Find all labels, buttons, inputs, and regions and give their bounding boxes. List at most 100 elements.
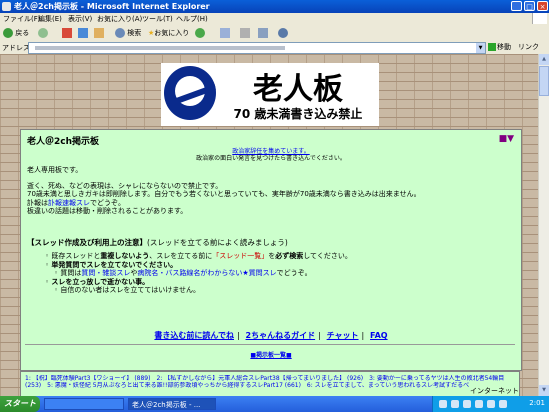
board-title: 老人＠2ch掲示板 [27, 137, 100, 147]
print-button[interactable] [240, 27, 250, 39]
guide-links: 書き込む前に読んでね | 2ちゃんねるガイド | チャット | FAQ [154, 331, 388, 340]
rules-item: スレを立っ放しで逝かない事。 [45, 278, 515, 287]
edit-icon [258, 28, 268, 38]
board-description: 老人専用板です。 逝く、死ぬ、などの表現は、シャレにならないので禁止です。 70… [27, 166, 515, 216]
forward-button[interactable] [38, 27, 48, 39]
banner-subtitle: 70 歳未満書き込み禁止 [233, 107, 363, 121]
rules-item: 既存スレッドと重複しないよう、スレを立てる前に「スレッド一覧」を必ず検索してくだ… [45, 252, 515, 261]
hospital-question-thread-link[interactable]: 病院名・バス路線名がわからない★質問スレ [137, 269, 276, 277]
notice-text: 政治家の面白い発言を見つけたら書き込んでください。 [196, 155, 346, 162]
close-button[interactable]: × [537, 1, 548, 11]
stop-icon [62, 28, 72, 38]
go-arrow-icon [488, 43, 496, 51]
edit-button[interactable] [258, 27, 268, 39]
rules-item: 単発質問でスレを立てないでください。 [45, 261, 515, 270]
system-tray: 2:01 [432, 396, 549, 412]
vertical-scrollbar[interactable]: ▲ ▼ [538, 54, 549, 396]
window-title: 老人＠2ch掲示板 - Microsoft Internet Explorer [14, 2, 210, 11]
board-nav-arrows[interactable]: ■▼ [499, 134, 514, 144]
2ch-guide-link[interactable]: 2ちゃんねるガイド [246, 331, 316, 340]
address-bar: アドレス(D) ▼ 移動 リンク [0, 41, 549, 55]
clock: 2:01 [529, 399, 545, 407]
forward-arrow-icon [38, 28, 48, 38]
board-banner: 老人板 70 歳未満書き込み禁止 [161, 63, 379, 126]
taskbar: スタート 老人＠2ch掲示板 - ... 2:01 [0, 396, 549, 412]
taskbar-item-active[interactable]: 老人＠2ch掲示板 - ... [128, 398, 216, 410]
obituary-thread-link[interactable]: 訃報速報スレ [48, 199, 90, 207]
intro-text: 老人専用板です。 [27, 166, 83, 174]
rule-text-3: 訃報は訃報速報スレでどうぞ。 [27, 198, 125, 207]
address-url-redacted [35, 46, 285, 50]
rules-heading: 【スレッド作成及び利用上の注意】(スレッドを立てる前によく読みましょう) [27, 238, 288, 247]
tray-icon[interactable] [439, 400, 447, 408]
home-icon [94, 28, 104, 38]
start-button[interactable]: スタート [0, 396, 40, 412]
menu-help[interactable]: ヘルプ(H) [176, 14, 208, 24]
faq-link[interactable]: FAQ [370, 331, 388, 340]
status-zone: インターネット [470, 387, 519, 395]
search-icon [115, 28, 125, 38]
back-button[interactable]: 戻る [3, 27, 29, 39]
back-arrow-icon [3, 28, 13, 38]
read-before-posting-link[interactable]: 書き込む前に読んでね [154, 331, 234, 340]
refresh-button[interactable] [78, 27, 88, 39]
address-input[interactable]: ▼ [28, 42, 486, 54]
history-button[interactable] [195, 27, 205, 39]
menu-edit[interactable]: 編集(E) [38, 14, 62, 24]
rule-text-1: 逝く、死ぬ、などの表現は、シャレにならないので禁止です。 [27, 181, 223, 190]
rules-subitem: 質問は質問・雑談スレや病院名・バス路線名がわからない★質問スレでどうぞ。 [45, 269, 515, 278]
home-button[interactable] [94, 27, 104, 39]
board-list-link[interactable]: ■掲示板一覧■ [250, 352, 291, 359]
tray-icon[interactable] [451, 400, 459, 408]
thread-list-row[interactable]: 1: 【祝】臨死体験Part3【ワショーイ】 (889) 2: 【私ずかしながら… [25, 375, 515, 382]
links-button[interactable]: リンク [518, 42, 539, 52]
menu-favorites[interactable]: お気に入り(A) [97, 14, 142, 24]
rules-list: 既存スレッドと重複しないよう、スレを立てる前に「スレッド一覧」を必ず検索してくだ… [45, 252, 515, 295]
rule-text-2: 70歳未満と思しきガキは即削除します。自分でもう若くないと思っていても、実年齢が… [27, 190, 421, 198]
thread-list-row[interactable]: (253) 5: 悪魔・妖怪紀 5月从ぶなろと出て来る誰!!部防参政頃やっちから… [25, 382, 515, 389]
scroll-down-icon[interactable]: ▼ [539, 385, 549, 396]
scroll-up-icon[interactable]: ▲ [539, 54, 549, 65]
mail-icon [220, 28, 230, 38]
tray-icon[interactable] [463, 400, 471, 408]
notice-link[interactable]: 政治家辞任を集めています。 [232, 148, 309, 155]
messenger-button[interactable] [278, 27, 288, 39]
ie-icon [2, 2, 11, 11]
window-titlebar[interactable]: 老人＠2ch掲示板 - Microsoft Internet Explorer … [0, 0, 549, 13]
tray-icon[interactable] [475, 400, 483, 408]
windows-logo-icon [532, 13, 547, 24]
thread-list-panel: 1: 【祝】臨死体験Part3【ワショーイ】 (889) 2: 【私ずかしながら… [20, 371, 520, 396]
tray-icon[interactable] [487, 400, 495, 408]
history-icon [195, 28, 205, 38]
rules-subitem: 自信のない者はスレを立ててはいけません。 [45, 286, 515, 295]
print-icon [240, 28, 250, 38]
page-viewport: 老人板 70 歳未満書き込み禁止 老人＠2ch掲示板 ■▼ 政治家辞任を集めてい… [0, 54, 538, 396]
refresh-icon [78, 28, 88, 38]
banner-title: 老人板 [253, 72, 343, 107]
board-logo [164, 66, 216, 120]
favorites-button[interactable]: ★お気に入り [148, 27, 189, 39]
board-list-row: ■掲示板一覧■ [21, 350, 521, 359]
question-thread-link[interactable]: 質問・雑談スレ [81, 269, 130, 277]
board-header-panel: 老人＠2ch掲示板 ■▼ 政治家辞任を集めています。 政治家の面白い発言を見つけ… [20, 129, 522, 371]
go-button[interactable]: 移動 [488, 42, 511, 52]
divider [25, 344, 515, 345]
menu-view[interactable]: 表示(V) [68, 14, 92, 24]
scroll-thumb[interactable] [539, 66, 549, 96]
taskbar-item[interactable] [44, 398, 124, 410]
rule-text-4: 板違いの話題は移動・削除されることがあります。 [27, 207, 188, 215]
thread-list-link[interactable]: 「スレッド一覧」 [212, 252, 268, 260]
mail-button[interactable] [220, 27, 230, 39]
stop-button[interactable] [62, 27, 72, 39]
notice: 政治家辞任を集めています。 政治家の面白い発言を見つけたら書き込んでください。 [151, 148, 391, 162]
toolbar: 戻る 検索 ★お気に入り [0, 25, 549, 42]
messenger-icon [278, 28, 288, 38]
chevron-down-icon[interactable]: ▼ [476, 43, 485, 53]
tray-icon[interactable] [499, 400, 507, 408]
maximize-button[interactable]: □ [524, 1, 535, 11]
chat-link[interactable]: チャット [327, 331, 359, 340]
menu-tools[interactable]: ツール(T) [142, 14, 173, 24]
search-button[interactable]: 検索 [115, 27, 141, 39]
menu-file[interactable]: ファイル(F) [3, 14, 41, 24]
minimize-button[interactable]: _ [511, 1, 522, 11]
